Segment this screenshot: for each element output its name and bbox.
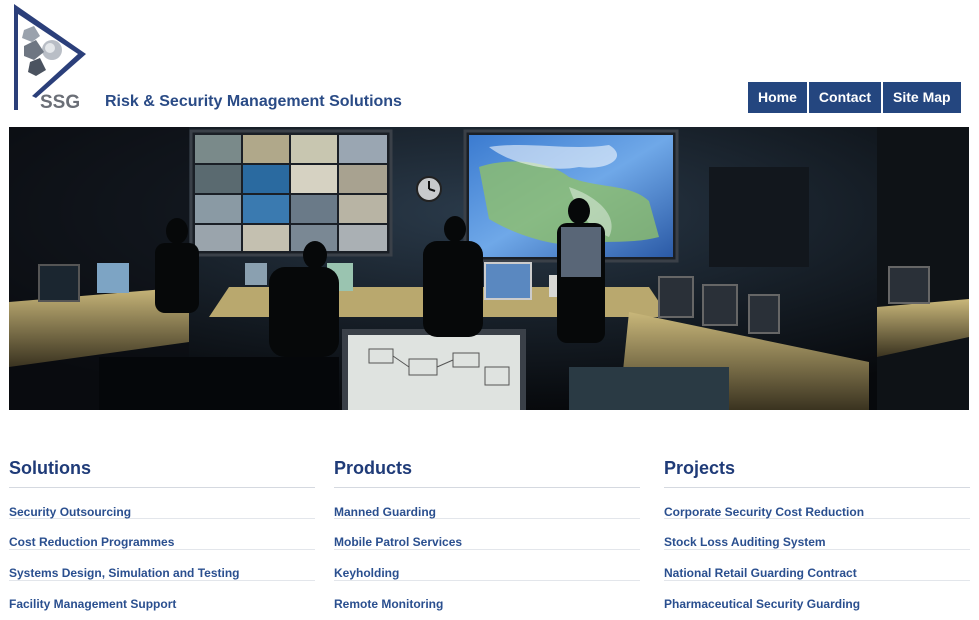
list-item: Systems Design, Simulation and Testing: [9, 550, 315, 581]
solutions-link[interactable]: Security Outsourcing: [9, 488, 315, 519]
solutions-link[interactable]: Systems Design, Simulation and Testing: [9, 550, 315, 580]
logo-mark-icon: SSG: [14, 4, 86, 113]
list-item: Corporate Security Cost Reduction: [664, 488, 970, 519]
products-heading: Products: [334, 457, 640, 488]
list-item: Cost Reduction Programmes: [9, 519, 315, 550]
projects-link[interactable]: Corporate Security Cost Reduction: [664, 488, 970, 519]
list-item: Security Outsourcing: [9, 488, 315, 519]
logo-text: SSG: [40, 92, 80, 113]
products-link[interactable]: Remote Monitoring: [334, 581, 640, 611]
list-item: Pharmaceutical Security Guarding: [664, 581, 970, 611]
solutions-heading: Solutions: [9, 457, 315, 488]
nav-site-map-button[interactable]: Site Map: [883, 82, 961, 113]
products-link[interactable]: Keyholding: [334, 550, 640, 580]
nav-contact-button[interactable]: Contact: [808, 82, 882, 113]
products-column: Products Manned Guarding Mobile Patrol S…: [334, 457, 640, 611]
list-item: Facility Management Support: [9, 581, 315, 611]
solutions-column: Solutions Security Outsourcing Cost Redu…: [9, 457, 315, 611]
ssg-logo[interactable]: SSG: [10, 0, 90, 114]
products-link[interactable]: Mobile Patrol Services: [334, 519, 640, 549]
list-item: Remote Monitoring: [334, 581, 640, 611]
list-item: Stock Loss Auditing System: [664, 519, 970, 550]
list-item: Manned Guarding: [334, 488, 640, 519]
projects-list: Corporate Security Cost Reduction Stock …: [664, 488, 970, 611]
solutions-list: Security Outsourcing Cost Reduction Prog…: [9, 488, 315, 611]
products-link[interactable]: Manned Guarding: [334, 488, 640, 519]
solutions-link[interactable]: Facility Management Support: [9, 581, 315, 611]
projects-heading: Projects: [664, 457, 970, 488]
projects-link[interactable]: National Retail Guarding Contract: [664, 550, 970, 580]
products-list: Manned Guarding Mobile Patrol Services K…: [334, 488, 640, 611]
solutions-link[interactable]: Cost Reduction Programmes: [9, 519, 315, 549]
nav-home-button[interactable]: Home: [748, 82, 807, 113]
site-tagline: Risk & Security Management Solutions: [105, 93, 402, 110]
list-item: Keyholding: [334, 550, 640, 581]
projects-link[interactable]: Pharmaceutical Security Guarding: [664, 581, 970, 611]
projects-column: Projects Corporate Security Cost Reducti…: [664, 457, 970, 611]
top-nav: Home Contact Site Map: [748, 82, 961, 113]
list-item: Mobile Patrol Services: [334, 519, 640, 550]
projects-link[interactable]: Stock Loss Auditing System: [664, 519, 970, 549]
list-item: National Retail Guarding Contract: [664, 550, 970, 581]
control-room-photo-icon: [9, 127, 969, 410]
banner-image: [9, 127, 969, 410]
